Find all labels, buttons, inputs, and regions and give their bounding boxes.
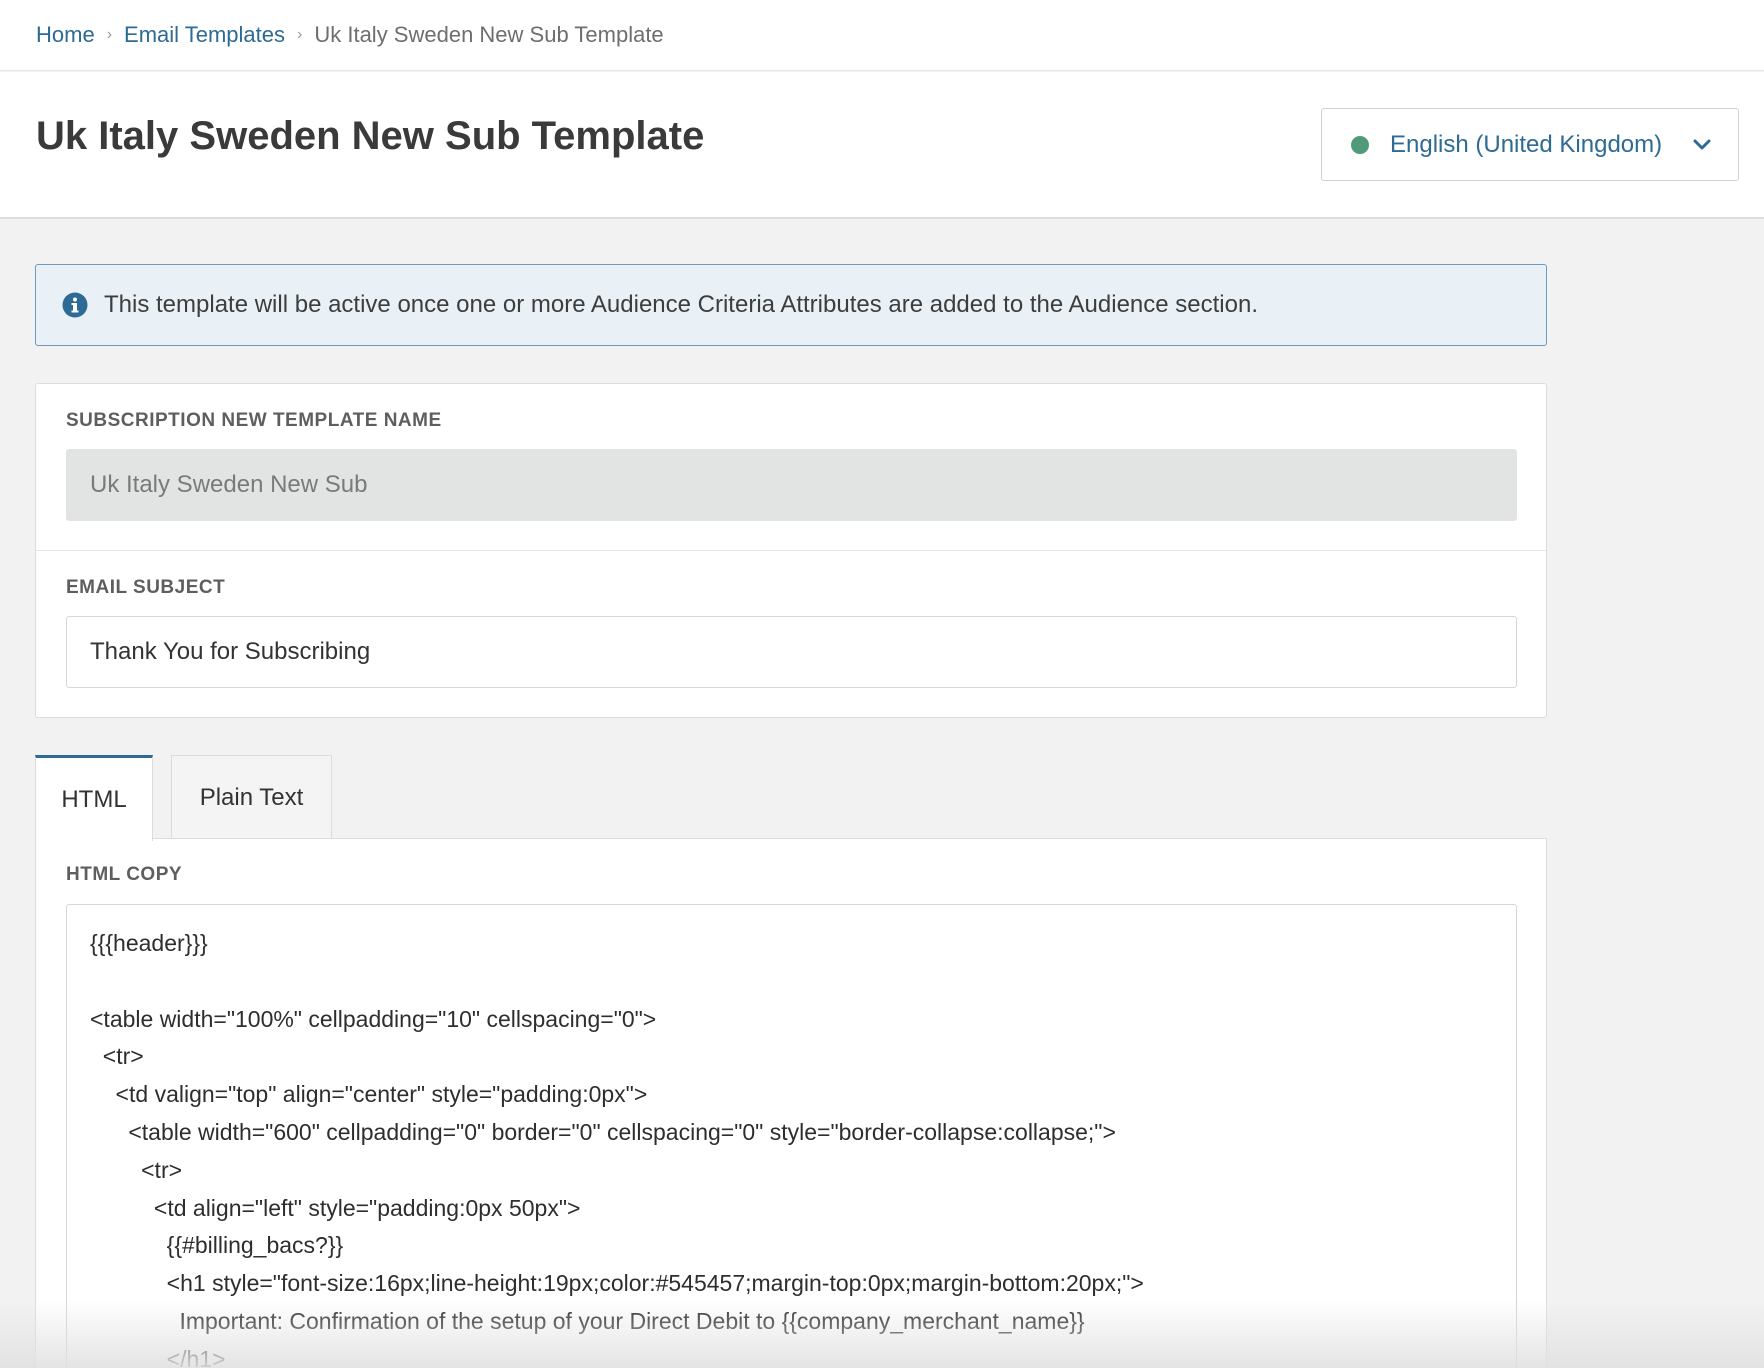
locale-select[interactable]: English (United Kingdom) xyxy=(1321,108,1739,181)
code-line: <tr> xyxy=(90,1043,144,1070)
code-line: </h1> xyxy=(90,1345,226,1368)
code-line: <tr> xyxy=(90,1156,183,1183)
code-line: <h1 style="font-size:16px;line-height:19… xyxy=(90,1270,1144,1297)
template-details-card: SUBSCRIPTION NEW TEMPLATE NAME EMAIL SUB… xyxy=(35,383,1547,718)
html-copy-label: HTML COPY xyxy=(66,864,183,885)
page: Home › Email Templates › Uk Italy Sweden… xyxy=(0,0,1764,1368)
code-line: {{#billing_bacs?}} xyxy=(90,1232,344,1259)
locale-label: English (United Kingdom) xyxy=(1390,130,1663,158)
html-copy-editor[interactable]: {{{header}}} <table width="100%" cellpad… xyxy=(66,904,1517,1368)
info-banner-text: This template will be active once one or… xyxy=(104,291,1258,318)
breadcrumb-email-templates-link[interactable]: Email Templates xyxy=(124,22,285,48)
breadcrumb: Home › Email Templates › Uk Italy Sweden… xyxy=(0,0,1764,71)
tab-html[interactable]: HTML xyxy=(35,755,153,841)
html-editor-card: HTML COPY {{{header}}} <table width="100… xyxy=(35,838,1547,1368)
breadcrumb-separator: › xyxy=(106,26,113,43)
info-icon xyxy=(62,292,88,318)
page-header: Uk Italy Sweden New Sub Template English… xyxy=(0,72,1764,219)
code-line: <td valign="top" align="center" style="p… xyxy=(90,1081,648,1108)
code-line: <table width="100%" cellpadding="10" cel… xyxy=(90,1005,657,1032)
page-title: Uk Italy Sweden New Sub Template xyxy=(36,114,705,158)
locale-status-dot xyxy=(1351,135,1369,154)
info-banner: This template will be active once one or… xyxy=(35,264,1547,346)
code-line: {{{header}}} xyxy=(90,930,208,956)
breadcrumb-home-link[interactable]: Home xyxy=(36,22,95,48)
email-subject-input[interactable] xyxy=(66,616,1517,688)
template-name-label: SUBSCRIPTION NEW TEMPLATE NAME xyxy=(66,410,442,431)
email-subject-label: EMAIL SUBJECT xyxy=(66,577,226,598)
code-line: <table width="600" cellpadding="0" borde… xyxy=(90,1118,1116,1145)
breadcrumb-current: Uk Italy Sweden New Sub Template xyxy=(314,22,664,47)
code-line: <td align="left" style="padding:0px 50px… xyxy=(90,1194,581,1221)
tab-plain-text[interactable]: Plain Text xyxy=(171,755,332,839)
email-subject-section: EMAIL SUBJECT xyxy=(36,551,1546,719)
template-name-input[interactable] xyxy=(66,449,1517,521)
chevron-down-icon xyxy=(1693,139,1711,150)
template-name-section: SUBSCRIPTION NEW TEMPLATE NAME xyxy=(36,384,1546,551)
breadcrumb-separator: › xyxy=(297,26,303,43)
code-line: Important: Confirmation of the setup of … xyxy=(90,1307,1085,1334)
